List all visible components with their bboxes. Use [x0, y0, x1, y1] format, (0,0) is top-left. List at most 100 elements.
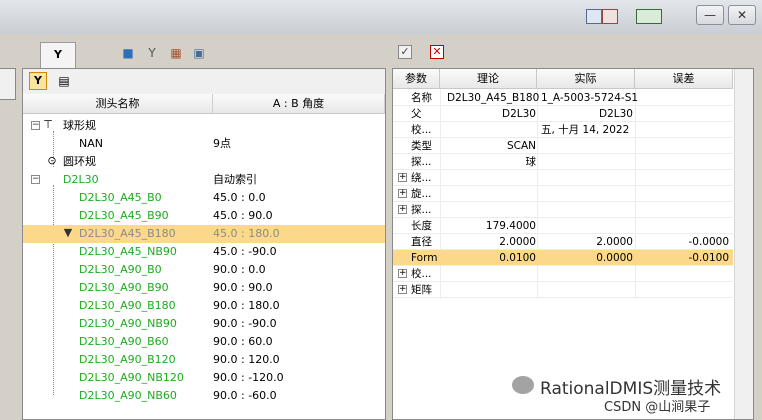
param-actual: D2L30	[599, 108, 633, 120]
param-row[interactable]: 校... 五, 十月 14, 2022	[393, 122, 733, 138]
tree-row[interactable]: D2L30_A45_NB90 45.0 : -90.0	[23, 243, 385, 261]
calculator-icon[interactable]	[602, 9, 618, 24]
collapsed-panel-tab[interactable]	[0, 68, 16, 100]
tree-row[interactable]: − ⊤ 球形规	[23, 117, 385, 135]
collapse-icon[interactable]: −	[31, 175, 40, 184]
tree-item-value: 90.0 : -120.0	[213, 371, 284, 384]
machine-connection-icon[interactable]	[636, 9, 662, 24]
stylus-icon[interactable]: Y	[144, 45, 160, 61]
tree-item-value: 45.0 : 90.0	[213, 209, 273, 222]
expand-icon[interactable]: +	[398, 173, 407, 182]
tree-item-value: 90.0 : 0.0	[213, 263, 266, 276]
tree-row[interactable]: D2L30_A45_B90 45.0 : 90.0	[23, 207, 385, 225]
param-row[interactable]: + 绕...	[393, 170, 733, 186]
reject-icon[interactable]: ✕	[430, 45, 444, 59]
tree-row[interactable]: ⊙ 圆环规	[23, 153, 385, 171]
tree-item-label: D2L30_A90_NB120	[79, 371, 184, 384]
param-key: 绕...	[411, 172, 432, 184]
param-row[interactable]: 名称 D2L30_A45_B180 1_A-5003-5724-S1	[393, 90, 733, 106]
param-key: 直径	[411, 236, 432, 248]
probe-tab-icon[interactable]: Y	[40, 42, 76, 68]
param-row[interactable]: 长度 179.4000	[393, 218, 733, 234]
param-theory: 2.0000	[499, 236, 536, 248]
tree-item-label: D2L30_A45_B90	[79, 209, 169, 222]
param-row[interactable]: 类型 SCAN	[393, 138, 733, 154]
param-key: 矩阵	[411, 284, 432, 296]
close-button[interactable]: ✕	[728, 5, 756, 25]
expand-icon[interactable]: +	[398, 285, 407, 294]
probe-list-icon[interactable]: ▤	[55, 72, 73, 90]
param-actual: 2.0000	[596, 236, 633, 248]
tree-item-label: 圆环规	[63, 155, 96, 168]
ring-gauge-icon: ⊙	[47, 154, 57, 167]
probe-settings-icon[interactable]: ▣	[191, 45, 207, 61]
tree-item-label: NAN	[79, 137, 103, 150]
tree-row[interactable]: D2L30_A90_B90 90.0 : 90.0	[23, 279, 385, 297]
expand-icon[interactable]: +	[398, 269, 407, 278]
tree-row[interactable]: NAN 9点	[23, 135, 385, 153]
probe-filter-icon[interactable]: Y	[29, 72, 47, 90]
param-actual: 0.0000	[596, 252, 633, 264]
tree-item-label: 球形规	[63, 119, 96, 132]
toolbar	[0, 34, 762, 68]
tree-item-label: D2L30_A45_B0	[79, 191, 162, 204]
window-view-icon[interactable]	[586, 9, 602, 24]
param-actual: 五, 十月 14, 2022	[541, 124, 630, 136]
param-row[interactable]: 探... 球	[393, 154, 733, 170]
tree-row[interactable]: D2L30_A90_B60 90.0 : 60.0	[23, 333, 385, 351]
expand-icon[interactable]: +	[398, 189, 407, 198]
param-key: 类型	[411, 140, 432, 152]
tree-item-label: D2L30_A90_B120	[79, 353, 176, 366]
param-key: 探...	[411, 204, 432, 216]
tree-row[interactable]: D2L30_A90_B0 90.0 : 0.0	[23, 261, 385, 279]
param-row-highlighted[interactable]: Form 0.0100 0.0000 -0.0100	[393, 250, 733, 266]
param-row[interactable]: + 校...	[393, 266, 733, 282]
param-row[interactable]: + 旋...	[393, 186, 733, 202]
param-theory: 179.4000	[485, 220, 536, 232]
param-theory: D2L30_A45_B180	[447, 92, 540, 104]
cube-icon[interactable]: ■	[120, 45, 136, 61]
vertical-scrollbar[interactable]	[734, 69, 753, 419]
tree-item-value: 45.0 : 180.0	[213, 227, 280, 240]
accept-icon[interactable]: ✓	[398, 45, 412, 59]
tree-row[interactable]: D2L30_A90_NB60 90.0 : -60.0	[23, 387, 385, 405]
tree-item-label: D2L30	[63, 173, 99, 186]
tree-item-value: 90.0 : -60.0	[213, 389, 277, 402]
tree-item-value: 90.0 : 120.0	[213, 353, 280, 366]
sphere-gauge-icon: ⊤	[43, 118, 53, 131]
param-theory: 0.0100	[499, 252, 536, 264]
header-probe-name[interactable]: 测头名称	[23, 94, 213, 114]
tree-row[interactable]: − D2L30 自动索引	[23, 171, 385, 189]
tree-row[interactable]: D2L30_A90_B180 90.0 : 180.0	[23, 297, 385, 315]
tree-item-label: D2L30_A90_B90	[79, 281, 169, 294]
collapse-icon[interactable]: −	[31, 121, 40, 130]
tree-item-value: 90.0 : 60.0	[213, 335, 273, 348]
tree-row[interactable]: D2L30_A90_B120 90.0 : 120.0	[23, 351, 385, 369]
param-row[interactable]: 父 D2L30 D2L30	[393, 106, 733, 122]
header-error[interactable]: 误差	[635, 69, 733, 89]
tree-item-label: D2L30_A90_B180	[79, 299, 176, 312]
param-key: 父	[411, 108, 422, 120]
header-actual[interactable]: 实际	[537, 69, 635, 89]
header-param[interactable]: 参数	[393, 69, 440, 89]
tree-row[interactable]: D2L30_A90_NB90 90.0 : -90.0	[23, 315, 385, 333]
header-theory[interactable]: 理论	[440, 69, 537, 89]
tree-row-selected[interactable]: ▼ D2L30_A45_B180 45.0 : 180.0	[23, 225, 385, 243]
param-row[interactable]: + 矩阵	[393, 282, 733, 298]
tree-item-value: 90.0 : -90.0	[213, 317, 277, 330]
expand-icon[interactable]: +	[398, 205, 407, 214]
minimize-button[interactable]: —	[696, 5, 724, 25]
param-theory: 球	[525, 156, 537, 168]
probe-panel: Y ▤ 测头名称 A : B 角度 − ⊤ 球形规 NAN 9点 ⊙ 圆环规 −…	[22, 68, 386, 420]
header-ab-angle[interactable]: A : B 角度	[213, 94, 385, 114]
probe-changer-icon[interactable]: ▦	[168, 45, 184, 61]
tree-item-label: D2L30_A90_NB60	[79, 389, 177, 402]
param-row[interactable]: 直径 2.0000 2.0000 -0.0000	[393, 234, 733, 250]
param-error: -0.0000	[688, 236, 729, 248]
tree-row[interactable]: D2L30_A90_NB120 90.0 : -120.0	[23, 369, 385, 387]
tree-row[interactable]: D2L30_A45_B0 45.0 : 0.0	[23, 189, 385, 207]
tree-item-value: 90.0 : 90.0	[213, 281, 273, 294]
right-border	[754, 34, 762, 420]
param-key: 校...	[411, 268, 432, 280]
param-row[interactable]: + 探...	[393, 202, 733, 218]
